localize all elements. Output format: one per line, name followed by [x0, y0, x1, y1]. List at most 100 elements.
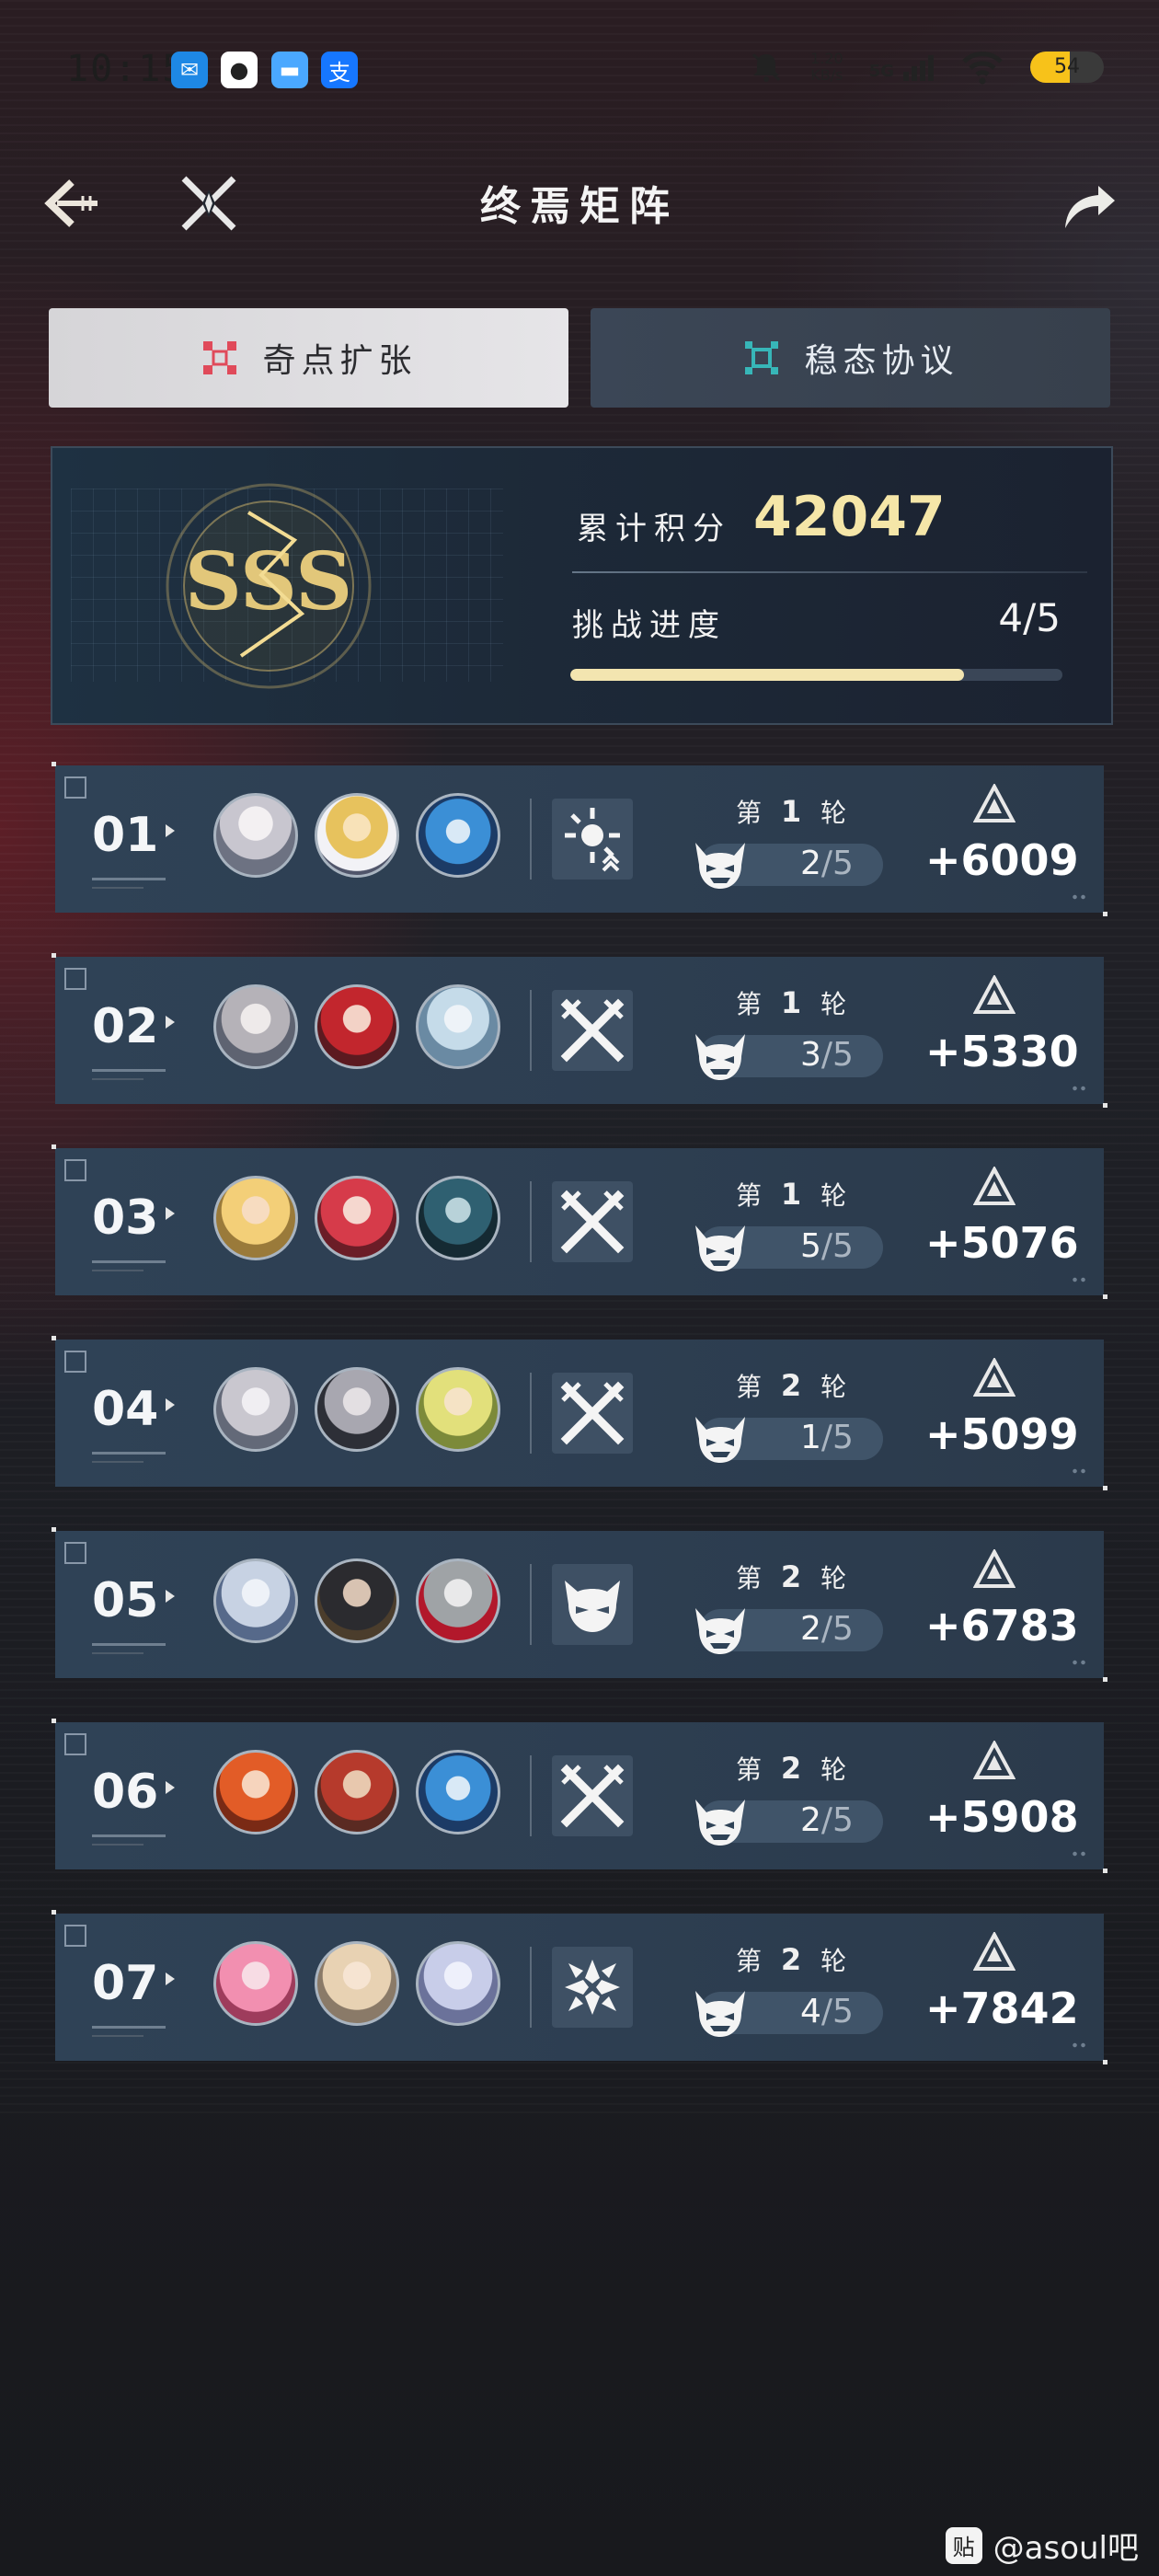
attempts-used: 4	[800, 1993, 821, 2030]
divider	[530, 1755, 532, 1836]
crossed-blades-icon	[552, 990, 633, 1071]
attempts-max: /5	[820, 1993, 854, 2030]
stage-row[interactable]: 02 第 1 轮 3/5 +5330	[52, 953, 1107, 1108]
share-arrow-icon[interactable]	[1058, 173, 1120, 236]
stage-number: 02	[92, 999, 159, 1054]
round-label: 第 1 轮	[736, 1176, 852, 1213]
demon-skull-icon	[695, 1608, 745, 1654]
demon-skull-icon	[695, 843, 745, 889]
attempts-max: /5	[820, 1801, 854, 1839]
corner-mark	[64, 1925, 86, 1947]
character-avatar	[315, 793, 399, 878]
attempts-max: /5	[820, 1419, 854, 1456]
character-avatar	[315, 1367, 399, 1452]
decorative-dots	[1071, 1851, 1087, 1857]
attempts-used: 3	[800, 1036, 821, 1074]
stage-row[interactable]: 01 第 1 轮 2/5 +6009	[52, 762, 1107, 916]
tab-singularity-expansion[interactable]: 奇点扩张	[49, 308, 568, 408]
battery-text: 54	[1054, 55, 1080, 78]
horned-mask-icon	[552, 1564, 633, 1645]
character-avatar	[213, 793, 298, 878]
divider	[92, 878, 166, 880]
tab-label: 稳态协议	[804, 342, 959, 380]
decorative-dots	[1071, 894, 1087, 900]
battery-indicator: 54	[1030, 52, 1104, 83]
attempts-used: 2	[800, 845, 821, 882]
character-avatar	[315, 1558, 399, 1643]
stage-row[interactable]: 06 第 2 轮 2/5 +5908	[52, 1719, 1107, 1873]
score-summary-panel: SSS 累计积分 42047 挑战进度 4/5	[51, 446, 1113, 725]
stage-score: +5099	[925, 1409, 1079, 1459]
stage-row[interactable]: 07 第 2 轮 4/5 +7842	[52, 1910, 1107, 2064]
signal-bars-icon	[903, 55, 934, 81]
stage-row[interactable]: 05 第 2 轮 2/5 +6783	[52, 1527, 1107, 1682]
round-prefix: 第	[736, 989, 768, 1019]
stage-score: +6009	[925, 835, 1079, 885]
corner-mark	[64, 968, 86, 990]
expand-arrow-icon	[166, 1781, 175, 1794]
character-avatar	[416, 793, 500, 878]
decorative-dots	[1071, 1277, 1087, 1282]
round-label: 第 2 轮	[736, 1367, 852, 1404]
demon-skull-icon	[695, 1800, 745, 1846]
status-time: 10:15	[66, 48, 187, 90]
score-value: 42047	[753, 485, 946, 549]
round-prefix: 第	[736, 1946, 768, 1976]
decorative-dots	[1071, 2042, 1087, 2048]
character-avatar	[315, 1750, 399, 1834]
stable-protocol-icon	[745, 341, 779, 374]
demon-skull-icon	[695, 1417, 745, 1463]
divider	[92, 2026, 166, 2029]
stage-number: 06	[92, 1765, 159, 1820]
wallet-card-icon: ▬	[271, 52, 308, 88]
round-prefix: 第	[736, 1754, 768, 1785]
cell-signal: 5G	[869, 53, 935, 81]
stage-score: +5076	[925, 1218, 1079, 1268]
score-emblem-icon	[973, 1358, 1016, 1397]
round-suffix: 轮	[820, 1946, 853, 1976]
radiant-sun-icon	[552, 799, 633, 880]
attempts-count: 2/5	[800, 1801, 854, 1839]
demon-skull-icon	[695, 1034, 745, 1080]
expand-arrow-icon	[166, 1016, 175, 1029]
round-number: 2	[780, 1751, 808, 1786]
round-prefix: 第	[736, 1180, 768, 1211]
divider	[92, 1834, 166, 1837]
stage-score: +5908	[925, 1792, 1079, 1842]
stage-score: +7842	[925, 1984, 1079, 2033]
corner-mark	[64, 1542, 86, 1564]
divider	[530, 1373, 532, 1454]
attempts-used: 2	[800, 1610, 821, 1648]
tieba-logo-icon: 贴	[945, 2526, 982, 2564]
round-label: 第 1 轮	[736, 984, 852, 1021]
tab-stable-protocol[interactable]: 稳态协议	[591, 308, 1110, 408]
round-number: 2	[780, 1942, 808, 1977]
round-label: 第 2 轮	[736, 1941, 852, 1978]
divider	[92, 1461, 143, 1463]
score-emblem-icon	[973, 1741, 1016, 1779]
page-title: 终焉矩阵	[480, 183, 679, 230]
attempts-used: 5	[800, 1227, 821, 1265]
rank-badge-sss: SSS	[166, 483, 372, 689]
status-indicators: 1.20 KB/s 5G 54	[748, 44, 1104, 90]
character-avatar	[213, 1558, 298, 1643]
demon-skull-icon	[695, 1225, 745, 1271]
divider	[92, 887, 143, 889]
stage-number: 03	[92, 1190, 159, 1246]
message-app-icon: ✉	[171, 52, 208, 88]
character-avatar	[315, 1941, 399, 2026]
character-avatar	[315, 984, 399, 1069]
stage-row[interactable]: 04 第 2 轮 1/5 +5099	[52, 1336, 1107, 1490]
round-number: 2	[780, 1368, 808, 1403]
character-avatar	[213, 984, 298, 1069]
singularity-icon	[203, 341, 237, 374]
character-avatar	[416, 1750, 500, 1834]
round-prefix: 第	[736, 1372, 768, 1402]
round-suffix: 轮	[820, 1754, 853, 1785]
expand-arrow-icon	[166, 1972, 175, 1985]
round-prefix: 第	[736, 798, 768, 828]
round-number: 2	[780, 1559, 808, 1594]
attempts-count: 2/5	[800, 845, 854, 882]
signal-label: 5G	[868, 62, 894, 81]
stage-row[interactable]: 03 第 1 轮 5/5 +5076	[52, 1144, 1107, 1299]
